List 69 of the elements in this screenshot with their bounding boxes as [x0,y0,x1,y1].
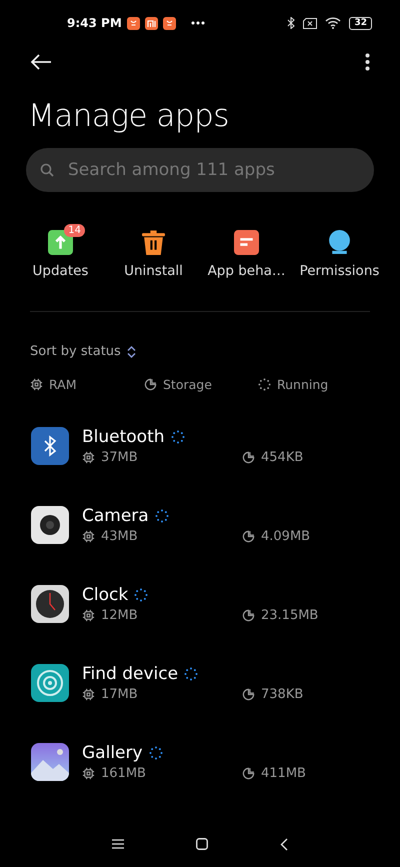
chip-icon [82,530,95,543]
app-name[interactable]: Clock [82,585,128,605]
storage-usage: 411MB [261,766,306,781]
bag-notification-icon [126,16,140,30]
clock-icon [31,585,69,623]
sort-button[interactable]: Sort by status [30,344,136,359]
storage-usage: 23.15MB [261,608,318,623]
pie-chart-icon [242,530,255,543]
page-title: Manage apps [28,98,230,134]
bluetooth-icon [31,427,69,465]
storage-usage: 454KB [261,450,304,465]
search-field[interactable]: Search among 111 apps [66,159,360,181]
battery-level: 32 [349,16,372,30]
person-icon [327,230,352,255]
camera-icon [31,506,69,544]
menu-icon[interactable] [112,839,124,849]
action-button[interactable]: App beha… [200,222,293,279]
mountain-icon [31,743,69,781]
pie-chart-icon [242,767,255,780]
storage-usage: 4.09MB [261,529,310,544]
search-bar[interactable]: Search among 111 apps [26,148,374,192]
ram-usage: 43MB [101,529,138,544]
pie-chart-icon [242,688,255,701]
ram-usage: 12MB [101,608,138,623]
chip-icon [30,378,43,391]
chip-icon [82,767,95,780]
more-options-icon[interactable] [365,53,370,71]
chip-icon [82,451,95,464]
legend-label: RAM [49,377,77,392]
action-button[interactable]: Permissions [293,222,386,279]
ram-usage: 161MB [101,766,146,781]
running-spinner-icon [154,509,169,523]
running-spinner-icon [148,746,163,760]
sort-caret-icon [126,346,136,358]
chip-icon [82,688,95,701]
ram-usage: 17MB [101,687,138,702]
bluetooth-icon [287,17,296,29]
running-spinner-icon [184,667,198,681]
mi-notification-icon [144,16,158,30]
search-icon [40,163,54,177]
app-name[interactable]: Gallery [82,743,143,763]
action-button[interactable]: 14 Updates [14,222,107,279]
count-badge: 14 [64,224,85,237]
clock-time: 9:43 PM [67,16,122,30]
home-icon[interactable] [196,838,208,850]
spinner-icon [258,378,271,391]
more-notifications-icon [190,21,205,25]
chip-icon [82,609,95,622]
document-icon [234,230,259,255]
running-spinner-icon [170,430,185,444]
app-name[interactable]: Find device [82,664,178,684]
app-name[interactable]: Bluetooth [82,427,165,447]
back-icon[interactable] [280,838,288,850]
app-name[interactable]: Camera [82,506,149,526]
pie-chart-icon [242,609,255,622]
legend-label: Storage [163,377,212,392]
no-sim-icon [303,18,318,28]
target-icon [31,664,69,702]
trash-icon [141,230,166,255]
bag-notification-icon [162,16,176,30]
storage-usage: 738KB [261,687,304,702]
ram-usage: 37MB [101,450,138,465]
running-spinner-icon [134,588,148,602]
back-arrow-icon[interactable] [30,54,52,70]
pie-chart-icon [242,451,255,464]
wifi-icon [325,17,342,29]
legend-label: Running [277,377,328,392]
action-button[interactable]: Uninstall [107,222,200,279]
pie-chart-icon [144,378,157,391]
